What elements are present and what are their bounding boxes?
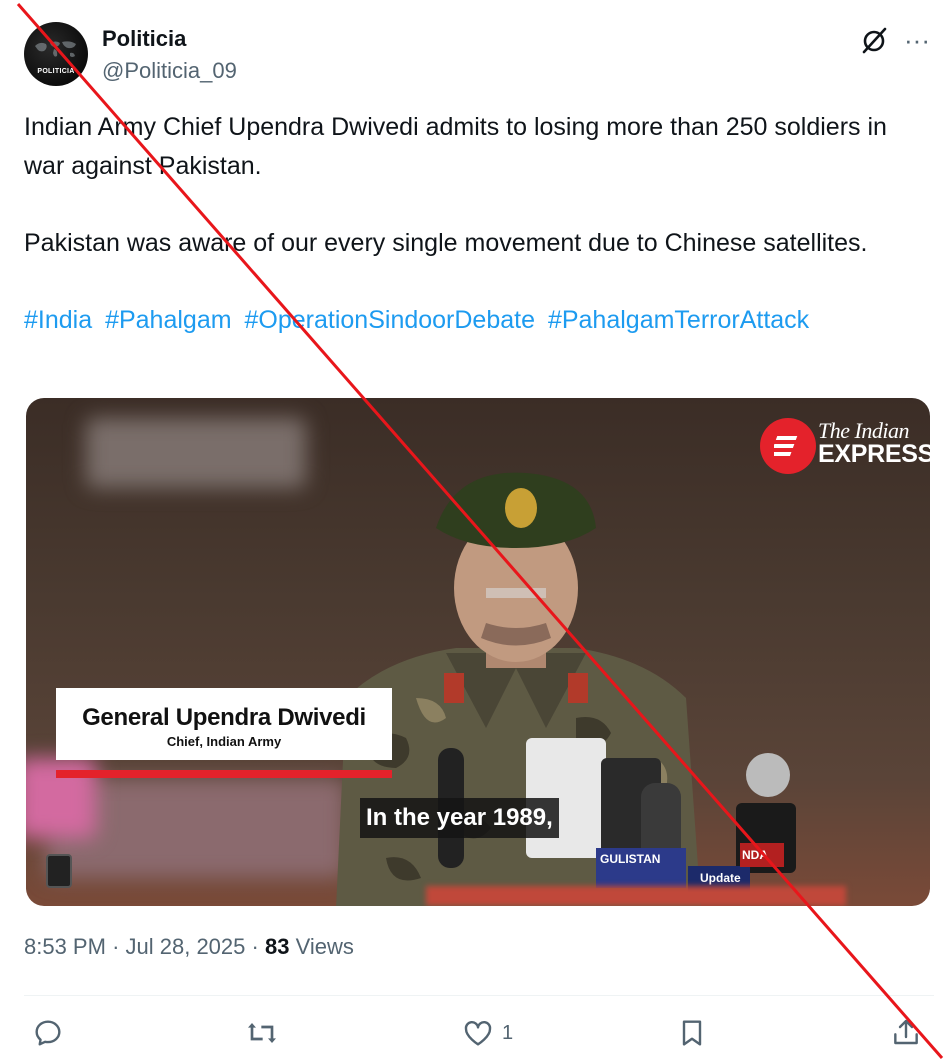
like-count: 1	[502, 1021, 514, 1044]
hashtag-link[interactable]: #OperationSindoorDebate	[245, 306, 535, 334]
hashtag-link[interactable]: #PahalgamTerrorAttack	[548, 306, 809, 334]
tweet-text: Indian Army Chief Upendra Dwivedi admits…	[24, 108, 914, 339]
tweet-paragraph-2: Pakistan was aware of our every single m…	[24, 228, 868, 257]
views-label: Views	[295, 934, 354, 959]
microphone	[746, 753, 790, 797]
indian-express-logo	[760, 418, 816, 474]
action-bar: 1	[24, 1008, 934, 1058]
meta-separator: ·	[112, 934, 120, 959]
divider	[24, 995, 934, 996]
tweet-date[interactable]: Jul 28, 2025	[126, 934, 246, 959]
mic-label: Update	[700, 871, 741, 885]
bookmark-button[interactable]	[676, 1008, 708, 1058]
logo-text-line2: EXPRESS	[818, 440, 930, 468]
lower-third-title: Chief, Indian Army	[166, 734, 282, 749]
video-overlay-icon	[46, 854, 72, 888]
hashtag-link[interactable]: #India	[24, 306, 92, 334]
tweet-meta: 8:53 PM · Jul 28, 2025 · 83 Views	[24, 934, 354, 960]
reply-icon	[35, 1020, 61, 1046]
tweet-video[interactable]: The Indian EXPRESS General Upendra Dwive…	[26, 398, 930, 906]
avatar[interactable]: POLITICIA	[24, 22, 88, 86]
more-icon[interactable]: ···	[904, 26, 930, 54]
avatar-text: POLITICIA	[37, 68, 75, 75]
like-icon	[464, 1021, 492, 1046]
hashtag-link[interactable]: #Pahalgam	[105, 306, 231, 334]
blurred-region	[86, 418, 306, 488]
meta-separator: ·	[251, 934, 259, 959]
share-icon	[894, 1019, 918, 1045]
views-count: 83	[264, 934, 290, 959]
author-handle[interactable]: @Politicia_09	[102, 58, 237, 84]
world-map-graphic	[35, 41, 76, 57]
mic-label: NDA	[742, 848, 768, 862]
grok-icon[interactable]	[858, 24, 890, 56]
lower-third-name: General Upendra Dwivedi	[82, 704, 366, 731]
share-button[interactable]	[890, 1008, 922, 1058]
mic-label: GULISTAN	[600, 852, 661, 866]
microphone: NDA	[740, 843, 784, 867]
bookmark-icon	[682, 1020, 702, 1046]
lower-third-accent	[56, 770, 392, 778]
hashtag-list: #India #Pahalgam #OperationSindoorDebate…	[24, 301, 914, 340]
microphone: GULISTAN	[596, 848, 686, 888]
retweet-button[interactable]	[246, 1008, 286, 1058]
logo-mark-icon	[774, 436, 798, 456]
tweet-header: POLITICIA Politicia @Politicia_09 ···	[24, 20, 934, 90]
tweet-paragraph-1: Indian Army Chief Upendra Dwivedi admits…	[24, 113, 887, 180]
reply-button[interactable]	[32, 1008, 72, 1058]
like-button[interactable]: 1	[462, 1008, 513, 1058]
tweet-time[interactable]: 8:53 PM	[24, 934, 106, 959]
podium	[426, 886, 846, 906]
lower-third-caption: General Upendra Dwivedi Chief, Indian Ar…	[56, 688, 392, 760]
video-subtitle: In the year 1989,	[360, 798, 559, 838]
retweet-icon	[248, 1023, 276, 1043]
author-display-name[interactable]: Politicia	[102, 26, 186, 52]
